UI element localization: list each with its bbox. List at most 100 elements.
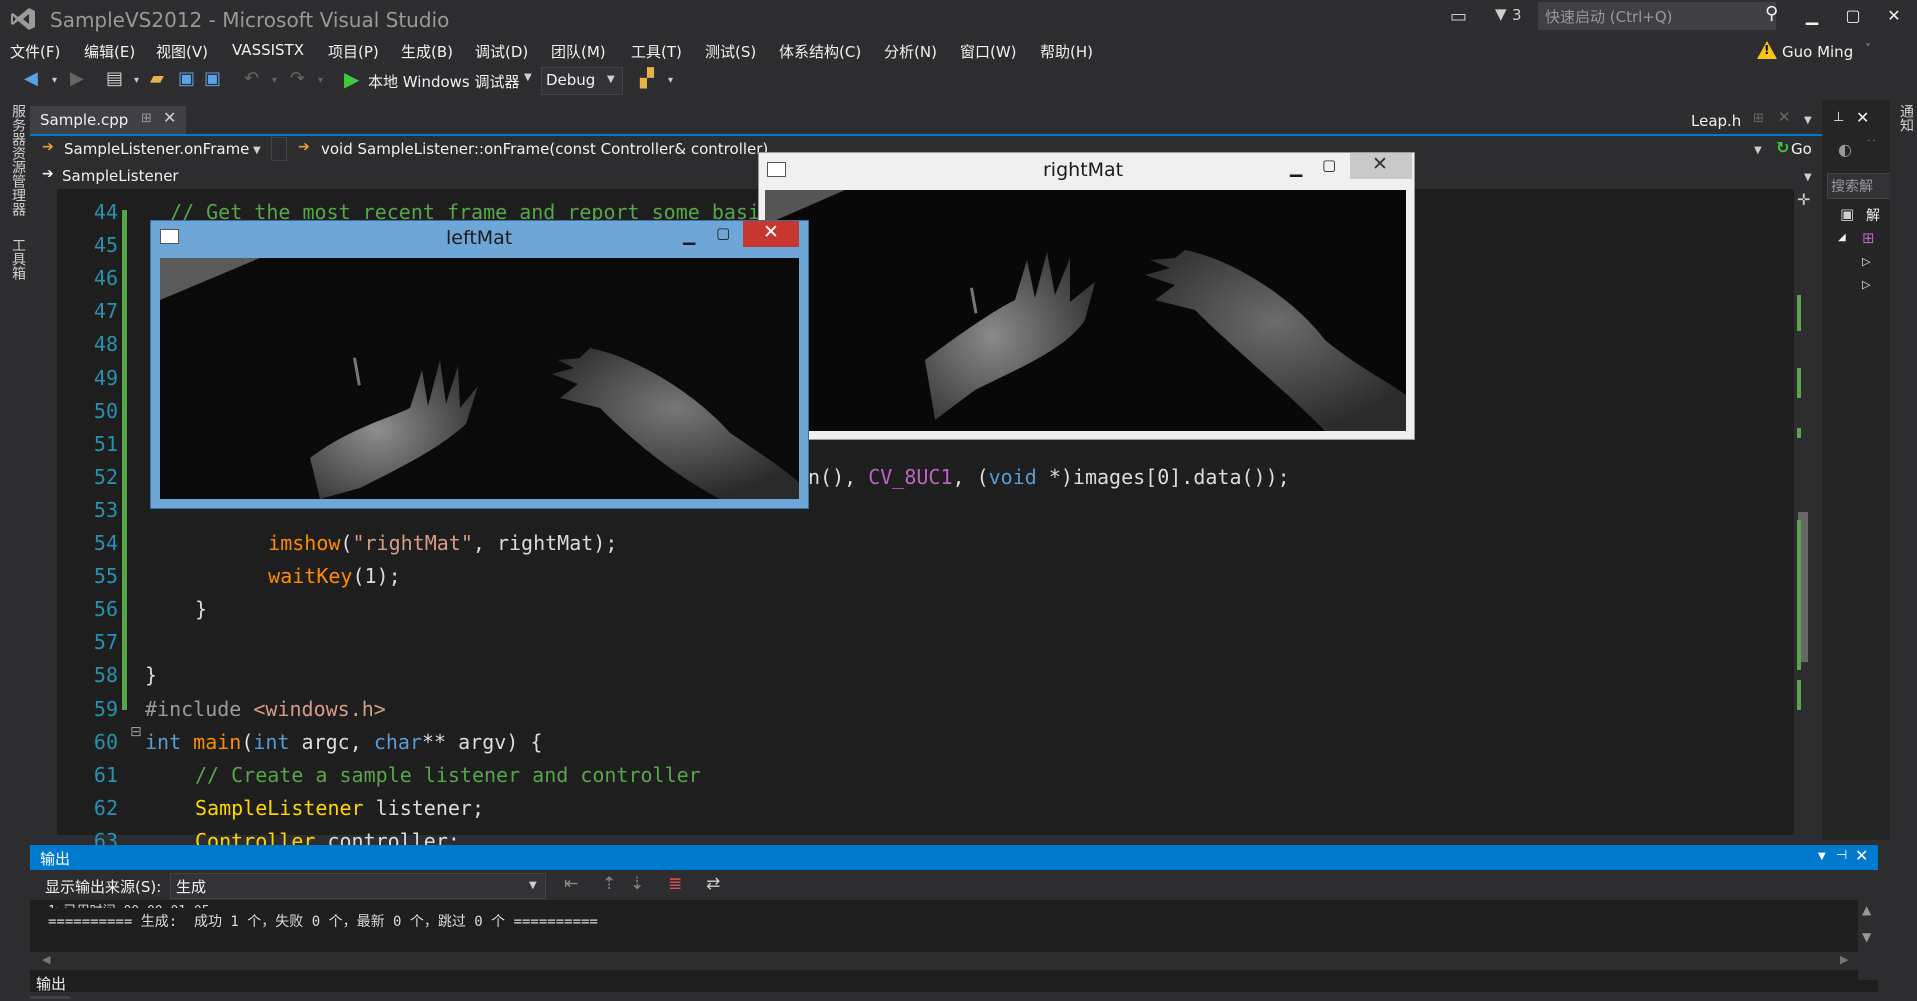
scroll-up-icon[interactable]: ▲ <box>1862 903 1871 917</box>
chevron-down-icon[interactable]: ▼ <box>524 72 532 83</box>
code-token: ** argv) { <box>421 729 543 754</box>
code-line: } <box>195 597 207 621</box>
new-project-icon[interactable]: ▤ <box>106 68 123 89</box>
close-icon[interactable]: ✕ <box>1856 108 1869 127</box>
menu-analyze[interactable]: 分析(N) <box>884 41 937 62</box>
scope-arrow-icon: ➔ <box>42 139 54 155</box>
menu-project[interactable]: 项目(P) <box>328 41 379 62</box>
line-number: 51 <box>93 431 118 456</box>
save-all-icon[interactable]: ▣ <box>204 68 221 89</box>
word-wrap-icon[interactable]: ⇄ <box>706 874 720 894</box>
back-icon[interactable]: ◐ <box>1838 140 1852 159</box>
scroll-left-icon[interactable]: ◀ <box>42 953 50 966</box>
menu-window[interactable]: 窗口(W) <box>960 41 1017 62</box>
open-file-icon[interactable]: ▰ <box>150 68 164 89</box>
notification-filter-icon[interactable]: ▼ <box>1495 5 1507 23</box>
change-tracking-bar <box>122 210 127 710</box>
close-icon[interactable]: ✕ <box>1855 846 1868 865</box>
chevron-down-icon[interactable]: ▼ <box>1804 172 1812 183</box>
find-message-icon[interactable]: ⇤ <box>564 874 578 894</box>
restore-button[interactable]: ▢ <box>1841 6 1865 25</box>
tab-leap-h[interactable]: Leap.h <box>1691 112 1741 130</box>
close-icon: ✕ <box>1372 153 1388 175</box>
member-dropdown[interactable]: void SampleListener::onFrame(const Contr… <box>321 140 768 158</box>
server-explorer-tab[interactable]: 服务器资源管理器 <box>8 104 28 216</box>
forward-icon[interactable]: ▶ <box>70 68 84 89</box>
code-token: void <box>988 464 1037 489</box>
pin-icon[interactable]: ⊞ <box>1753 111 1764 126</box>
menu-team[interactable]: 团队(M) <box>551 41 606 62</box>
solution-item[interactable]: 解 <box>1866 205 1880 225</box>
menu-file[interactable]: 文件(F) <box>10 41 60 62</box>
menu-architecture[interactable]: 体系结构(C) <box>779 41 861 62</box>
split-editor-icon[interactable]: ✛ <box>1797 190 1810 209</box>
chevron-down-icon[interactable]: ▼ <box>1804 115 1812 126</box>
redo-icon[interactable]: ↷ <box>290 68 305 89</box>
menu-debug[interactable]: 调试(D) <box>475 41 528 62</box>
code-line: waitKey(1); <box>220 564 400 589</box>
previous-message-icon[interactable]: ⇡ <box>602 874 616 894</box>
scroll-right-icon[interactable]: ▶ <box>1840 953 1848 966</box>
toolbox-tab[interactable]: 工具箱 <box>8 238 28 280</box>
close-icon[interactable]: ✕ <box>163 108 176 127</box>
pin-icon[interactable]: ⊞ <box>141 111 152 126</box>
back-icon[interactable]: ◀ <box>24 68 38 89</box>
pin-icon[interactable]: ⊣ <box>1836 848 1847 863</box>
chevron-down-icon[interactable]: ▾ <box>134 75 139 86</box>
project-icon[interactable]: ⊞ <box>1862 229 1875 247</box>
code-line: #include <windows.h> <box>145 697 386 721</box>
chevron-down-icon[interactable]: ▾ <box>272 75 277 86</box>
code-token: waitKey <box>268 564 353 589</box>
chevron-down-icon[interactable]: ˅ <box>1865 42 1871 56</box>
find-in-files-icon[interactable]: ▞ <box>640 68 654 89</box>
feedback-icon[interactable]: ▭ <box>1450 6 1467 27</box>
next-message-icon[interactable]: ⇣ <box>630 874 644 894</box>
maximize-button[interactable]: ▢ <box>716 224 730 242</box>
output-source-select[interactable] <box>170 873 546 899</box>
close-icon: ✕ <box>763 221 779 243</box>
chevron-down-icon[interactable]: ▼ <box>253 145 261 156</box>
maximize-button[interactable]: ▢ <box>1322 156 1336 174</box>
minimize-button[interactable]: ▁ <box>1800 6 1824 25</box>
menu-view[interactable]: 视图(V) <box>156 41 208 62</box>
menu-vassistx[interactable]: VASSISTX <box>232 41 304 59</box>
minimize-button[interactable]: ▁ <box>1290 158 1302 177</box>
chevron-down-icon[interactable]: ▼ <box>1818 851 1826 862</box>
menu-build[interactable]: 生成(B) <box>401 41 453 62</box>
class-dropdown[interactable]: SampleListener <box>62 167 179 185</box>
collapsed-arrow-icon[interactable]: ▷ <box>1862 255 1870 268</box>
close-icon[interactable]: ✕ <box>1778 108 1791 126</box>
scope-dropdown[interactable]: SampleListener.onFrame <box>64 140 249 158</box>
fold-marker-icon[interactable]: ⊟ <box>130 724 142 740</box>
clear-all-icon[interactable]: ≣ <box>668 874 682 894</box>
scroll-down-icon[interactable]: ▼ <box>1862 930 1871 944</box>
search-icon[interactable]: ⚲ <box>1765 3 1778 24</box>
scope-spinner[interactable] <box>271 137 287 161</box>
notifications-tab[interactable]: 通知 <box>1896 104 1916 132</box>
undo-icon[interactable]: ↶ <box>244 68 259 89</box>
user-name[interactable]: Guo Ming <box>1782 43 1853 61</box>
chevron-down-icon[interactable]: ▼ <box>1754 145 1762 156</box>
chevron-down-icon[interactable]: ▼ <box>607 74 615 85</box>
output-horizontal-scrollbar[interactable] <box>30 952 1878 970</box>
chevron-down-icon[interactable]: ▼ <box>529 880 537 891</box>
save-icon[interactable]: ▣ <box>178 68 195 89</box>
chevron-down-icon[interactable]: ▾ <box>52 75 57 86</box>
start-debugging-button[interactable]: 本地 Windows 调试器 <box>368 71 520 92</box>
expand-icon[interactable]: ◢ <box>1838 232 1846 243</box>
chevron-down-icon[interactable]: ▾ <box>668 75 673 86</box>
close-button[interactable]: ✕ <box>1882 6 1906 25</box>
chevron-down-icon[interactable]: ▾ <box>318 75 323 86</box>
menu-test[interactable]: 测试(S) <box>705 41 756 62</box>
output-source-label: 显示输出来源(S): <box>45 878 162 896</box>
start-debugging-icon[interactable]: ▶ <box>344 67 359 91</box>
minimize-button[interactable]: ▁ <box>683 226 695 245</box>
menu-tools[interactable]: 工具(T) <box>631 41 682 62</box>
menu-edit[interactable]: 编辑(E) <box>84 41 135 62</box>
menu-help[interactable]: 帮助(H) <box>1040 41 1093 62</box>
more-options-icon[interactable]: ˙˙ <box>1866 138 1877 151</box>
pin-icon[interactable]: ⊥ <box>1833 110 1844 125</box>
code-token: n(), <box>808 464 869 489</box>
collapsed-arrow-icon[interactable]: ▷ <box>1862 278 1870 291</box>
code-token: "rightMat" <box>352 531 473 555</box>
